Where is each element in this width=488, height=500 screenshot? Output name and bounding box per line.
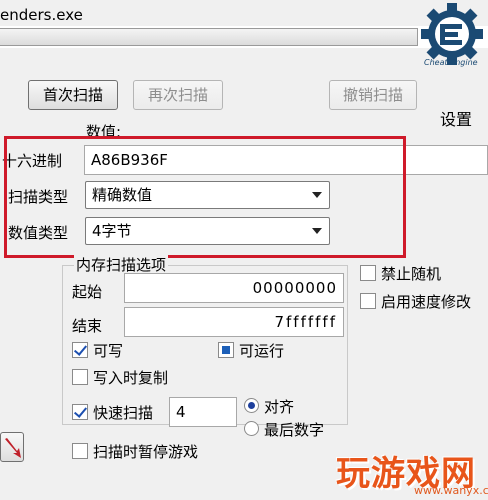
align-radio[interactable] — [244, 398, 259, 413]
first-scan-button[interactable]: 首次扫描 — [28, 80, 118, 110]
copy-on-write-label[interactable]: 写入时复制 — [93, 367, 168, 388]
watermark-url: www.wanyx.com — [414, 484, 488, 497]
gear-logo-icon — [421, 3, 483, 65]
disable-random-checkbox[interactable] — [360, 265, 376, 281]
settings-label[interactable]: 设置 — [440, 106, 472, 130]
add-address-button[interactable] — [0, 432, 24, 462]
logo-text: Cheat Engine — [424, 58, 478, 67]
fast-scan-label[interactable]: 快速扫描 — [93, 402, 153, 423]
pause-game-checkbox[interactable] — [72, 443, 88, 459]
fast-scan-alignment-input[interactable]: 4 — [169, 397, 237, 427]
scan-progress-bar — [0, 28, 418, 46]
fast-scan-checkbox[interactable] — [72, 404, 88, 420]
red-arrow-icon — [5, 438, 21, 458]
end-label: 结束 — [72, 317, 103, 335]
disable-random-label[interactable]: 禁止随机 — [381, 263, 441, 284]
writable-checkbox[interactable] — [72, 342, 88, 358]
highlight-box — [4, 136, 406, 258]
writable-label[interactable]: 可写 — [93, 340, 123, 361]
memory-options-title: 内存扫描选项 — [74, 254, 169, 275]
speedhack-checkbox[interactable] — [360, 293, 376, 309]
executable-checkbox[interactable] — [218, 342, 234, 358]
speedhack-label[interactable]: 启用速度修改 — [381, 291, 471, 312]
copy-on-write-checkbox[interactable] — [72, 369, 88, 385]
process-name: enders.exe — [0, 6, 83, 24]
executable-label[interactable]: 可运行 — [239, 340, 284, 361]
align-label[interactable]: 对齐 — [264, 396, 294, 417]
start-address-input[interactable]: 00000000 — [124, 273, 344, 303]
next-scan-button[interactable]: 再次扫描 — [133, 80, 223, 110]
start-label: 起始 — [72, 283, 103, 301]
last-digits-radio[interactable] — [244, 421, 259, 436]
last-digits-label[interactable]: 最后数字 — [264, 419, 324, 440]
end-address-input[interactable]: 7fffffff — [124, 307, 344, 337]
cheat-engine-logo[interactable]: Cheat Engine — [420, 2, 484, 86]
undo-scan-button[interactable]: 撤销扫描 — [329, 80, 417, 110]
title-bar: enders.exe — [0, 0, 488, 26]
pause-game-label[interactable]: 扫描时暂停游戏 — [93, 441, 198, 462]
